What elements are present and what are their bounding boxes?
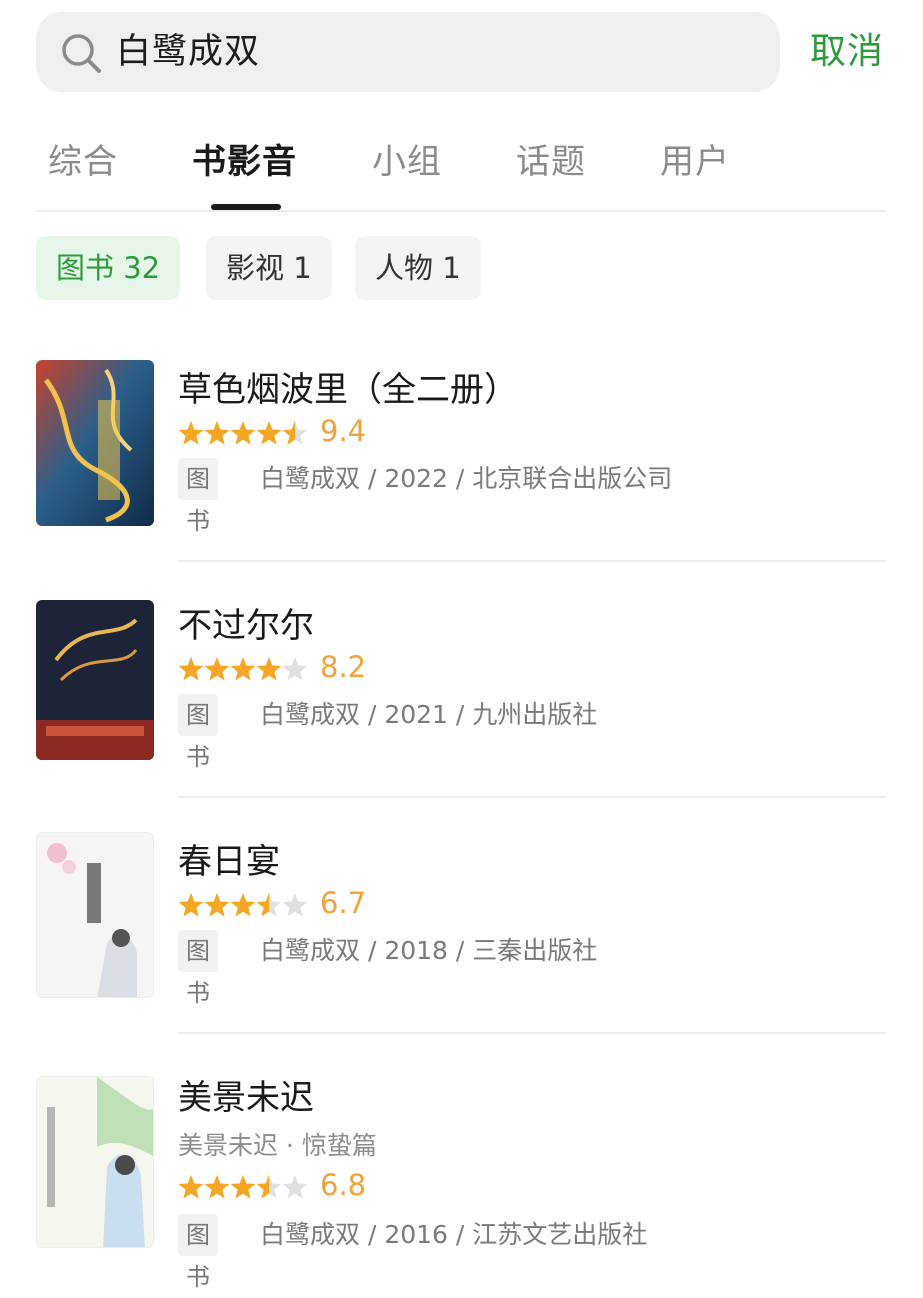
search-icon bbox=[62, 34, 101, 73]
cancel-button[interactable]: 取消 bbox=[810, 12, 884, 92]
book-title[interactable]: 草色烟波里（全二册） bbox=[178, 362, 518, 411]
book-cover-image bbox=[36, 600, 154, 760]
search-bar-row: 白鹭成双 取消 bbox=[0, 0, 923, 100]
search-query-text[interactable]: 白鹭成双 bbox=[116, 12, 260, 92]
book-title[interactable]: 美景未迟 bbox=[178, 1070, 314, 1119]
type-badge: 图书 bbox=[178, 930, 218, 1007]
divider bbox=[178, 1032, 886, 1034]
author-year-publisher: 白鹭成双 / 2021 / 九州出版社 bbox=[260, 700, 598, 729]
book-title[interactable]: 春日宴 bbox=[178, 834, 280, 883]
tab-books-movies-music[interactable]: 书影音 bbox=[192, 134, 297, 183]
rating-score: 6.7 bbox=[320, 886, 367, 920]
author-year-publisher: 白鹭成双 / 2016 / 江苏文艺出版社 bbox=[260, 1220, 648, 1249]
type-badge: 图书 bbox=[178, 458, 218, 535]
star-full-icon bbox=[204, 657, 230, 681]
list-item[interactable]: 美景未迟 美景未迟 · 惊蛰篇 6.8 图书 白鹭成双 / 2016 / 江苏文… bbox=[0, 1068, 923, 1291]
search-input[interactable]: 白鹭成双 bbox=[36, 12, 780, 92]
star-full-icon bbox=[230, 657, 256, 681]
star-rating-icon bbox=[178, 657, 308, 681]
list-item[interactable]: 草色烟波里（全二册） 9.4 图书 白鹭成双 / 2022 / 北京联合出版公司 bbox=[0, 360, 923, 560]
tab-overview[interactable]: 综合 bbox=[48, 134, 118, 183]
star-full-icon bbox=[230, 1175, 256, 1199]
star-full-icon bbox=[204, 893, 230, 917]
star-full-icon bbox=[256, 421, 282, 445]
tab-topics[interactable]: 话题 bbox=[516, 134, 586, 183]
star-empty-icon bbox=[282, 1175, 308, 1199]
filter-chip-books[interactable]: 图书 32 bbox=[36, 236, 181, 300]
star-rating-icon bbox=[178, 421, 308, 445]
star-full-icon bbox=[204, 1175, 230, 1199]
star-full-icon bbox=[204, 421, 230, 445]
divider bbox=[36, 210, 886, 212]
tab-groups[interactable]: 小组 bbox=[372, 134, 442, 183]
star-full-icon bbox=[230, 421, 256, 445]
tab-users[interactable]: 用户 bbox=[660, 134, 730, 183]
book-title[interactable]: 不过尔尔 bbox=[178, 598, 314, 647]
book-cover-image bbox=[36, 360, 154, 526]
book-cover-image bbox=[36, 1076, 154, 1248]
star-full-icon bbox=[178, 893, 204, 917]
divider bbox=[178, 560, 886, 562]
star-full-icon bbox=[178, 421, 204, 445]
category-tabs: 综合 书影音 小组 话题 用户 bbox=[0, 120, 923, 212]
star-rating-icon bbox=[178, 893, 308, 917]
filter-chip-movies[interactable]: 影视 1 bbox=[206, 236, 332, 300]
author-year-publisher: 白鹭成双 / 2022 / 北京联合出版公司 bbox=[260, 464, 673, 493]
star-full-icon bbox=[178, 657, 204, 681]
rating-score: 8.2 bbox=[320, 650, 367, 684]
divider bbox=[178, 796, 886, 798]
rating-score: 9.4 bbox=[320, 414, 367, 448]
filter-chip-people[interactable]: 人物 1 bbox=[355, 236, 481, 300]
book-cover-image bbox=[36, 832, 154, 998]
star-empty-icon bbox=[282, 657, 308, 681]
author-year-publisher: 白鹭成双 / 2018 / 三秦出版社 bbox=[260, 936, 598, 965]
star-full-icon bbox=[230, 893, 256, 917]
star-rating-icon bbox=[178, 1175, 308, 1199]
book-subtitle: 美景未迟 · 惊蛰篇 bbox=[178, 1131, 377, 1160]
star-full-icon bbox=[256, 657, 282, 681]
list-item[interactable]: 不过尔尔 8.2 图书 白鹭成双 / 2021 / 九州出版社 bbox=[0, 596, 923, 796]
star-full-icon bbox=[178, 1175, 204, 1199]
star-empty-icon bbox=[282, 893, 308, 917]
list-item[interactable]: 春日宴 6.7 图书 白鹭成双 / 2018 / 三秦出版社 bbox=[0, 832, 923, 1032]
rating-score: 6.8 bbox=[320, 1168, 367, 1202]
type-badge: 图书 bbox=[178, 694, 218, 771]
type-badge: 图书 bbox=[178, 1214, 218, 1291]
